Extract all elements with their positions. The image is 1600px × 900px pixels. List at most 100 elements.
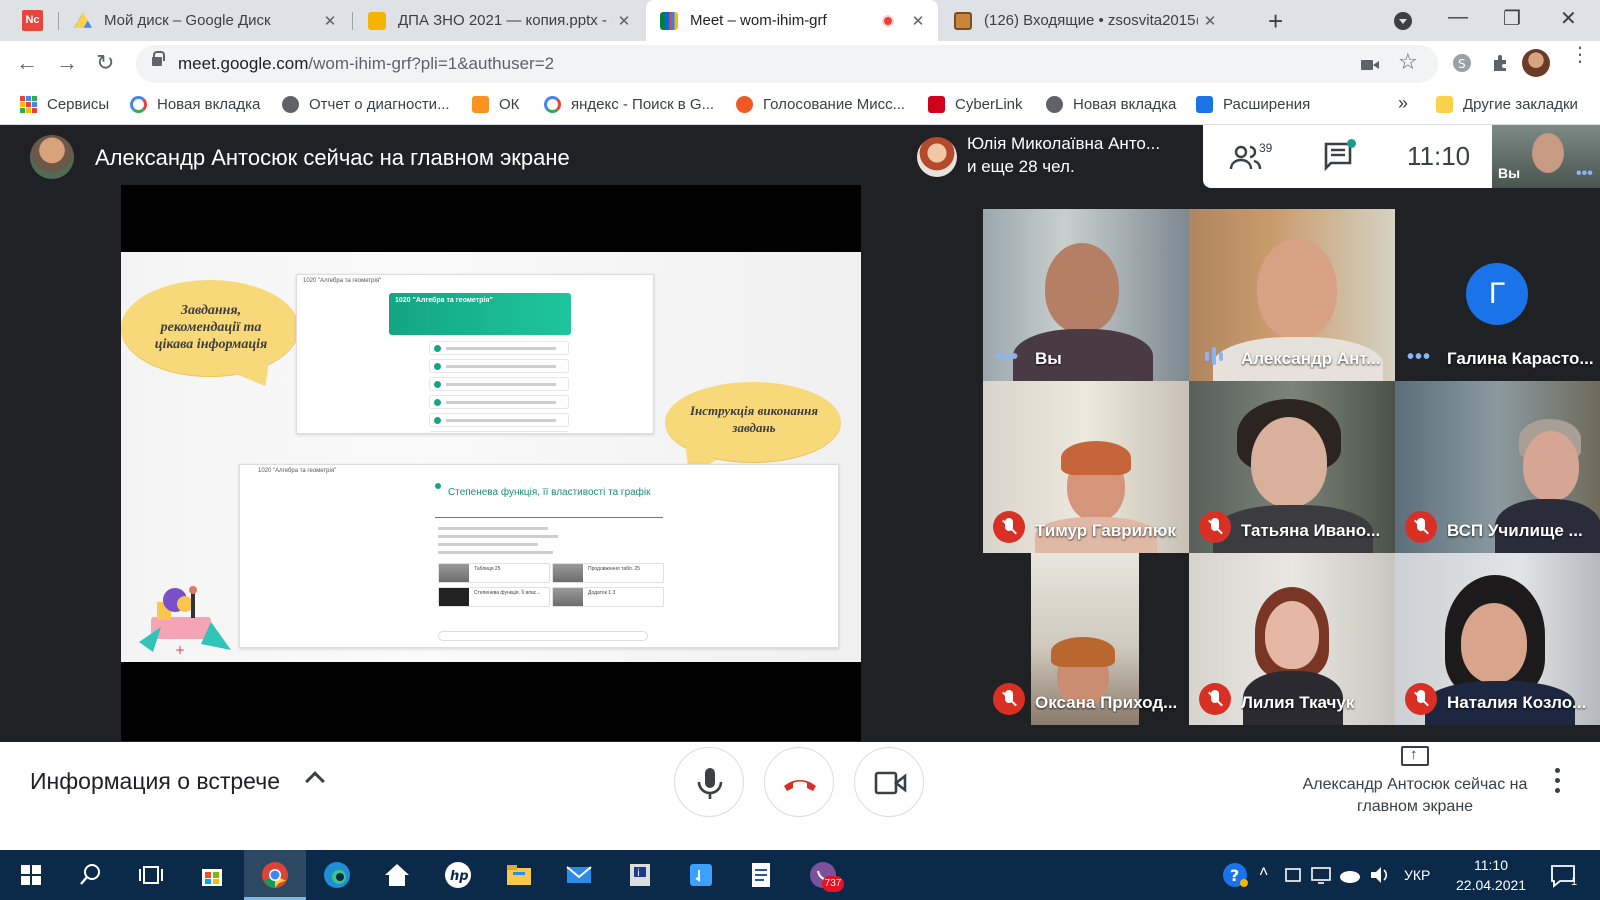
participant-tile[interactable]: ••• Вы [983, 209, 1189, 381]
close-tab-icon[interactable]: ✕ [1198, 12, 1222, 30]
file-explorer-icon[interactable] [504, 860, 534, 890]
cloud-tray-icon[interactable] [1338, 860, 1362, 890]
bookmark-new-tab[interactable]: Новая вкладка [130, 96, 260, 113]
bookmark-ok[interactable]: ОК [472, 96, 519, 113]
reload-button[interactable]: ↻ [96, 50, 114, 76]
google-drive-icon [74, 12, 92, 28]
bookmark-cyberlink[interactable]: CyberLink [928, 96, 1023, 113]
tab-google-drive[interactable]: Мой диск – Google Диск ✕ [60, 0, 350, 41]
home-icon[interactable] [382, 860, 412, 890]
network-tray-icon[interactable] [1310, 860, 1332, 890]
microphone-button[interactable] [674, 747, 744, 817]
taskbar-date[interactable]: 22.04.2021 [1456, 877, 1526, 893]
info-app-icon[interactable]: i [625, 860, 655, 890]
svg-text:?: ? [1230, 866, 1239, 885]
bookmark-label: Расширения [1223, 96, 1311, 113]
browser-toolbar: ← → ↻ meet.google.com/wom-ihim-grf?pli=1… [0, 41, 1600, 87]
language-indicator[interactable]: УКР [1404, 867, 1430, 883]
tab-google-meet[interactable]: Meet – wom-ihim-grf ✕ [646, 0, 938, 41]
document-app-icon[interactable] [746, 860, 776, 890]
browser-menu-icon[interactable]: ⋮ [1570, 45, 1590, 65]
touch-app-icon[interactable] [686, 860, 716, 890]
skype-icon[interactable]: S [1452, 53, 1472, 73]
chrome-icon[interactable] [260, 860, 290, 890]
profile-avatar[interactable] [1522, 49, 1550, 77]
chevron-up-icon[interactable] [305, 771, 325, 791]
mail-app-icon[interactable] [564, 860, 594, 890]
task-view-icon[interactable] [136, 860, 166, 890]
people-button[interactable]: 39 [1229, 139, 1281, 175]
security-tray-icon[interactable] [1282, 860, 1304, 890]
taskbar-time[interactable]: 11:10 [1474, 857, 1508, 873]
maximize-button[interactable]: ❐ [1503, 6, 1521, 31]
participant-tile[interactable]: ВСП Училище ... [1395, 381, 1600, 553]
help-icon[interactable]: ? [1220, 860, 1250, 890]
bookmark-new-tab-2[interactable]: Новая вкладка [1046, 96, 1176, 113]
tab-search-icon[interactable] [1394, 12, 1412, 30]
viber-badge: 737 [822, 876, 844, 892]
muted-mic-icon [1199, 683, 1231, 715]
bookmark-diagnostics[interactable]: Отчет о диагности... [282, 96, 450, 113]
close-window-button[interactable]: ✕ [1560, 6, 1577, 31]
leave-call-button[interactable] [764, 747, 834, 817]
more-options-button[interactable] [1555, 768, 1561, 794]
mail-icon [954, 11, 972, 30]
hang-up-icon [784, 780, 816, 791]
new-tab-button[interactable]: + [1268, 6, 1283, 37]
forward-button[interactable]: → [56, 50, 78, 76]
bookmark-label: Другие закладки [1463, 96, 1578, 113]
participant-tile[interactable]: Александр Ант... [1189, 209, 1395, 381]
bookmark-label: Отчет о диагности... [309, 96, 450, 113]
bookmark-label: Новая вкладка [1073, 96, 1177, 113]
participant-tile[interactable]: Татьяна Ивано... [1189, 381, 1395, 553]
store-icon[interactable] [197, 860, 227, 890]
participant-tile[interactable]: Наталия Козло... [1395, 553, 1600, 725]
participant-name: Наталия Козло... [1447, 693, 1587, 712]
meet-top-tray: 39 11:10 [1203, 125, 1492, 188]
speaking-dots-icon: ••• [1576, 165, 1593, 182]
svg-text:hp: hp [450, 869, 469, 884]
presenter-avatar [30, 135, 74, 179]
edge-icon[interactable] [322, 860, 352, 890]
windows-start-icon[interactable] [16, 860, 46, 890]
bookmark-vote[interactable]: Голосование Мисс... [736, 96, 905, 113]
url-text[interactable]: meet.google.com/wom-ihim-grf?pli=1&authu… [178, 54, 554, 74]
hp-icon[interactable]: hp [443, 860, 473, 890]
participant-name: ВСП Училище ... [1447, 521, 1583, 540]
participant-name: Оксана Приход... [1035, 693, 1178, 712]
speaking-dots-icon: ••• [995, 346, 1020, 368]
bookmarks-overflow-button[interactable]: » [1398, 93, 1408, 114]
close-tab-icon[interactable]: ✕ [906, 12, 930, 30]
search-icon[interactable] [76, 860, 106, 890]
close-tab-icon[interactable]: ✕ [318, 12, 342, 30]
bookmark-extensions[interactable]: Расширения [1196, 96, 1310, 113]
folder-icon [1436, 96, 1453, 113]
participant-face [1251, 417, 1327, 507]
back-button[interactable]: ← [16, 50, 38, 76]
participant-name: Галина Карасто... [1447, 349, 1594, 368]
tray-overflow-chevron[interactable]: ˄ [1259, 864, 1268, 882]
minimize-button[interactable]: — [1448, 6, 1468, 29]
participant-tile[interactable]: Лилия Ткачук [1189, 553, 1395, 725]
camera-icon[interactable] [1360, 55, 1380, 75]
meeting-info-button[interactable]: Информация о встрече [30, 768, 280, 795]
camera-button[interactable] [854, 747, 924, 817]
extensions-puzzle-icon[interactable] [1491, 53, 1511, 73]
volume-tray-icon[interactable] [1368, 860, 1390, 890]
self-preview[interactable]: Вы ••• [1492, 125, 1600, 188]
address-bar[interactable]: meet.google.com/wom-ihim-grf?pli=1&authu… [136, 45, 1438, 83]
participant-tile[interactable]: Оксана Приход... [983, 553, 1189, 725]
first-tab-favicon[interactable]: Nc [22, 10, 43, 31]
participant-tile[interactable]: Г ••• Галина Карасто... [1395, 209, 1600, 381]
bookmark-services[interactable]: Сервисы [20, 96, 109, 113]
bookmark-star-icon[interactable]: ☆ [1398, 49, 1418, 75]
tab-title: Мой диск – Google Диск [104, 12, 271, 29]
close-tab-icon[interactable]: ✕ [612, 12, 636, 30]
bookmark-yandex-search[interactable]: яндекс - Поиск в G... [544, 96, 714, 113]
other-bookmarks-folder[interactable]: Другие закладки [1436, 96, 1578, 113]
tab-google-slides[interactable]: ДПА ЗНО 2021 — копия.pptx - Google ✕ [354, 0, 644, 41]
participant-tile[interactable]: Тимур Гаврилюк [983, 381, 1189, 553]
participants-summary[interactable]: Юлія Миколаївна Анто... и еще 28 чел. [907, 125, 1203, 188]
tab-mail[interactable]: (126) Входящие • zsosvita2015@ ✕ [940, 0, 1230, 41]
present-screen-icon[interactable] [1401, 746, 1429, 766]
